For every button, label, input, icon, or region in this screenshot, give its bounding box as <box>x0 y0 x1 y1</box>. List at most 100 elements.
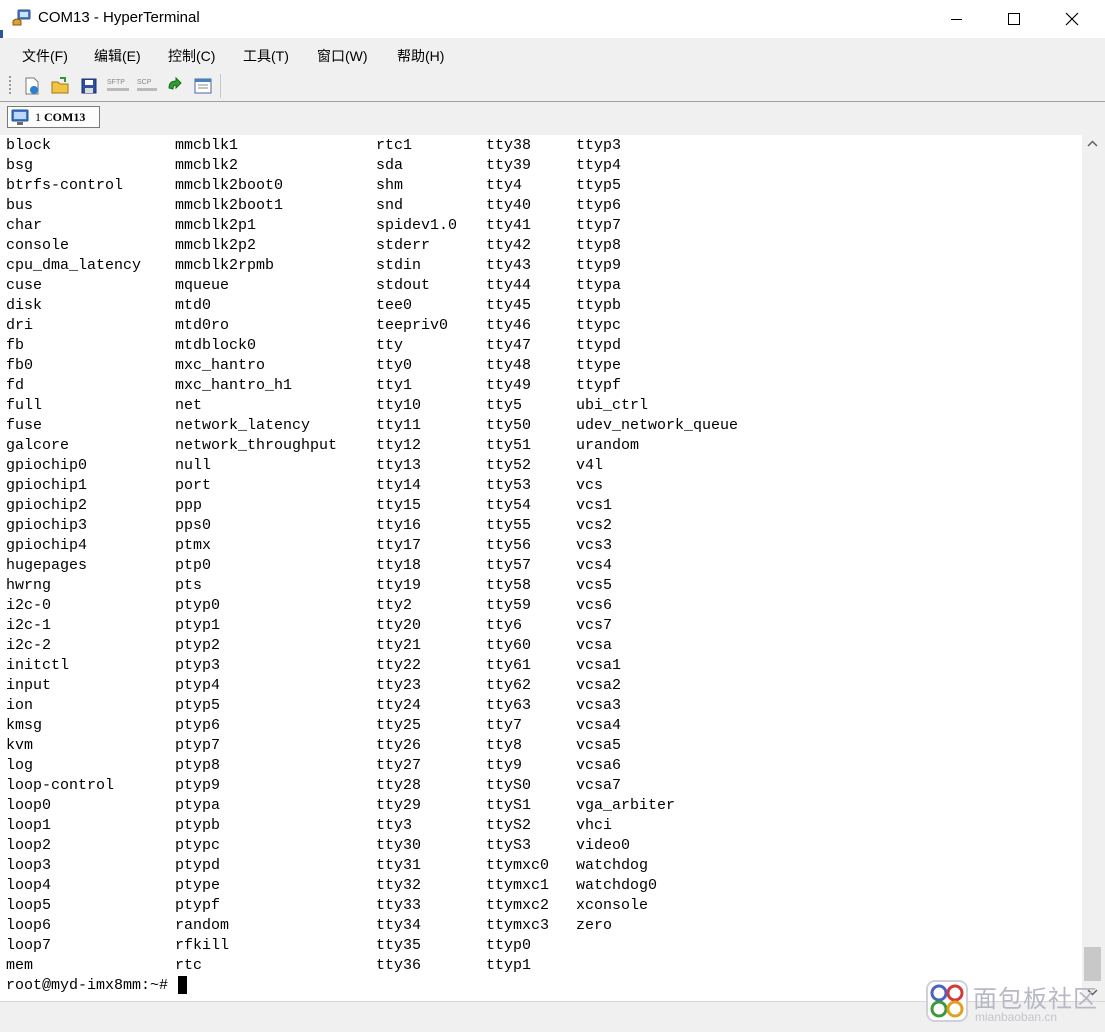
device-entry: vcs6 <box>576 597 613 614</box>
device-entry: input <box>6 677 52 694</box>
close-button[interactable] <box>1043 0 1101 38</box>
device-entry: tty41 <box>486 217 532 234</box>
device-entry: ptmx <box>175 537 212 554</box>
device-entry: gpiochip0 <box>6 457 88 474</box>
toolbar-grip[interactable] <box>9 76 11 96</box>
terminal-line: loop-control ptyp9 tty28 ttyS0 vcsa7 <box>6 776 621 796</box>
device-entry: tty28 <box>376 777 422 794</box>
device-entry: tty17 <box>376 537 422 554</box>
scrollbar-thumb[interactable] <box>1084 947 1101 981</box>
terminal-line: fuse network_latency tty11 tty50 udev_networ… <box>6 416 738 436</box>
device-entry: ttyS0 <box>486 777 532 794</box>
device-entry: ttyp9 <box>576 257 622 274</box>
device-entry: tty2 <box>376 597 413 614</box>
scp-label: SCP <box>137 79 152 86</box>
device-entry: loop4 <box>6 877 52 894</box>
device-entry: ttypd <box>576 337 622 354</box>
device-entry: mmcblk2p1 <box>175 217 257 234</box>
terminal-output[interactable]: block mmcblk1 rtc1 tty38 ttyp3 bsg mmcblk2 sda t… <box>0 135 1082 1001</box>
device-entry: ttypf <box>576 377 622 394</box>
device-entry: ttymxc1 <box>486 877 550 894</box>
save-icon[interactable] <box>79 76 99 96</box>
device-entry: ttyp1 <box>486 957 532 974</box>
device-entry: vcs3 <box>576 537 613 554</box>
device-entry: shm <box>376 177 404 194</box>
session-tab-com13[interactable]: 1 COM13 <box>7 106 100 128</box>
menu-help[interactable]: 帮助(H) <box>397 46 444 66</box>
device-entry: watchdog0 <box>576 877 658 894</box>
terminal-line: cuse mqueue stdout tty44 ttypa <box>6 276 621 296</box>
menu-file[interactable]: 文件(F) <box>22 46 68 66</box>
minimize-button[interactable] <box>928 0 986 38</box>
scroll-up-arrow-icon[interactable] <box>1082 135 1103 153</box>
device-entry: tty8 <box>486 737 523 754</box>
device-entry: tty54 <box>486 497 532 514</box>
scp-icon[interactable]: SCP <box>137 76 157 96</box>
device-entry: loop6 <box>6 917 52 934</box>
device-entry: tty13 <box>376 457 422 474</box>
menu-tools[interactable]: 工具(T) <box>243 46 289 66</box>
device-entry: mxc_hantro <box>175 357 266 374</box>
device-entry: watchdog <box>576 857 649 874</box>
device-entry: mem <box>6 957 34 974</box>
device-entry: tty56 <box>486 537 532 554</box>
device-entry: ttymxc3 <box>486 917 550 934</box>
toolbar-separator <box>220 74 221 98</box>
device-entry: rtc1 <box>376 137 413 154</box>
device-entry: tty24 <box>376 697 422 714</box>
watermark-domain-text: mianbaoban.cn <box>975 1010 1058 1024</box>
device-entry: vcs1 <box>576 497 613 514</box>
reconnect-icon[interactable] <box>165 76 185 96</box>
sftp-icon[interactable]: SFTP <box>107 76 129 96</box>
device-entry: ttyS3 <box>486 837 532 854</box>
device-entry: mmcblk2boot0 <box>175 177 284 194</box>
device-entry: mxc_hantro_h1 <box>175 377 293 394</box>
device-entry: v4l <box>576 457 604 474</box>
device-entry: net <box>175 397 203 414</box>
device-entry: vcsa1 <box>576 657 622 674</box>
device-entry: ion <box>6 697 34 714</box>
menu-control[interactable]: 控制(C) <box>168 46 215 66</box>
maximize-button[interactable] <box>985 0 1043 38</box>
menu-edit[interactable]: 编辑(E) <box>94 46 141 66</box>
device-entry: ptyp4 <box>175 677 221 694</box>
device-entry: ptyp7 <box>175 737 221 754</box>
session-tab-label: 1 COM13 <box>35 110 85 125</box>
device-entry: zero <box>576 917 613 934</box>
device-entry: tty48 <box>486 357 532 374</box>
terminal-line: ion ptyp5 tty24 tty63 vcsa3 <box>6 696 621 716</box>
vertical-scrollbar[interactable] <box>1082 135 1103 1001</box>
device-entry: tty40 <box>486 197 532 214</box>
device-entry: ptyp6 <box>175 717 221 734</box>
terminal-line: fd mxc_hantro_h1 tty1 tty49 ttypf <box>6 376 621 396</box>
device-entry: snd <box>376 197 404 214</box>
device-entry: fuse <box>6 417 43 434</box>
new-session-icon[interactable] <box>22 76 42 96</box>
terminal-line: i2c-0 ptyp0 tty2 tty59 vcs6 <box>6 596 612 616</box>
terminal-line: bus mmcblk2boot1 snd tty40 ttyp6 <box>6 196 621 216</box>
device-entry: tty18 <box>376 557 422 574</box>
device-entry: cpu_dma_latency <box>6 257 142 274</box>
device-entry: vcsa4 <box>576 717 622 734</box>
device-entry: pts <box>175 577 203 594</box>
properties-icon[interactable] <box>193 76 213 96</box>
terminal-line: cpu_dma_latency mmcblk2rpmb stdin tty43 ttyp… <box>6 256 621 276</box>
device-entry: sda <box>376 157 404 174</box>
device-entry: ttyp3 <box>576 137 622 154</box>
device-entry: bus <box>6 197 34 214</box>
device-entry: tty20 <box>376 617 422 634</box>
menu-window[interactable]: 窗口(W) <box>317 46 368 66</box>
terminal-line: bsg mmcblk2 sda tty39 ttyp4 <box>6 156 621 176</box>
device-entry: tty38 <box>486 137 532 154</box>
device-entry: tty35 <box>376 937 422 954</box>
device-entry: ttyp0 <box>486 937 532 954</box>
device-entry: tty22 <box>376 657 422 674</box>
terminal-line: disk mtd0 tee0 tty45 ttypb <box>6 296 621 316</box>
device-entry: udev_network_queue <box>576 417 739 434</box>
device-entry: loop2 <box>6 837 52 854</box>
device-entry: ptyp9 <box>175 777 221 794</box>
session-tab-number: 1 <box>35 110 41 124</box>
device-entry: vcsa5 <box>576 737 622 754</box>
device-entry: tty44 <box>486 277 532 294</box>
open-folder-icon[interactable] <box>50 76 70 96</box>
